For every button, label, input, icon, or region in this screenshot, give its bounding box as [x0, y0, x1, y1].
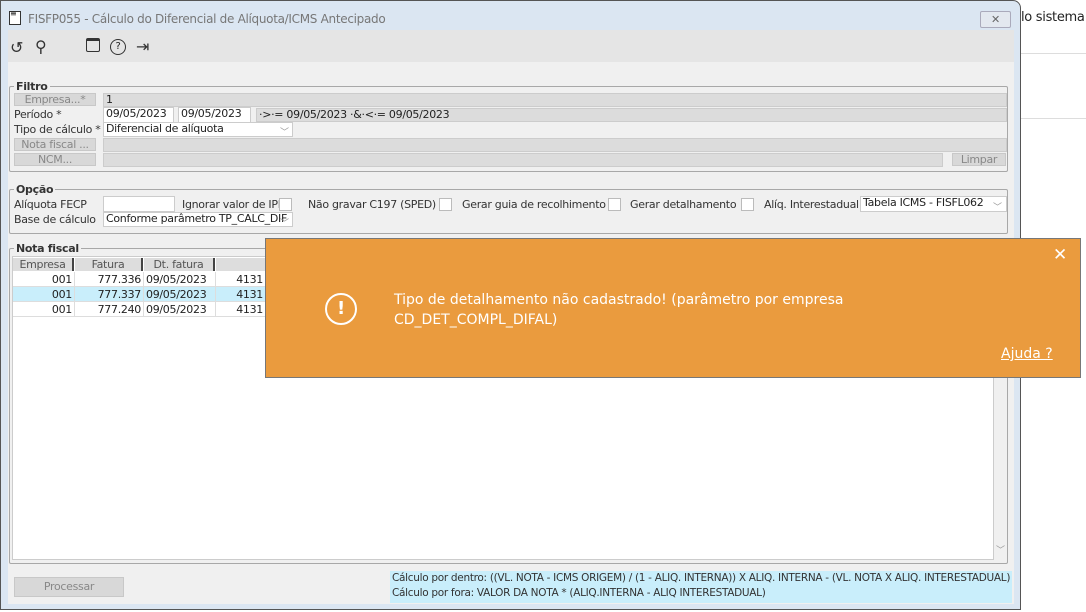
ipi-label: Ignorar valor de IPI [182, 198, 281, 211]
column-header[interactable]: Empresa [13, 258, 74, 271]
formula-info: Cálculo por dentro: ((VL. NOTA - ICMS OR… [390, 571, 1012, 603]
tipo-calculo-select[interactable]: Diferencial de alíquota [103, 122, 293, 137]
divider [1021, 118, 1086, 119]
table-row[interactable]: 001 777.240 09/05/2023 4131 [13, 302, 265, 317]
column-header[interactable]: Dt. fatura [144, 258, 215, 271]
close-window-button[interactable]: ✕ [980, 11, 1011, 28]
empresa-button[interactable]: Empresa...* [14, 93, 96, 106]
toast-message: Tipo de detalhamento não cadastrado! (pa… [394, 292, 844, 328]
periodo-expression: ·>·= 09/05/2023 ·&·<·= 09/05/2023 [256, 108, 1007, 122]
formula-line-1: Cálculo por dentro: ((VL. NOTA - ICMS OR… [392, 572, 1011, 584]
exit-icon[interactable]: ⇥ [136, 37, 149, 56]
base-label: Base de cálculo [14, 213, 96, 226]
periodo-start-field[interactable]: 09/05/2023 [103, 107, 174, 123]
toast-close-button[interactable]: ✕ [1053, 245, 1067, 265]
nota-fiscal-field[interactable] [103, 138, 1007, 152]
c197-checkbox[interactable] [439, 198, 452, 211]
warning-icon: ! [325, 293, 357, 325]
base-select[interactable]: Conforme parâmetro TP_CALC_DIF [103, 212, 293, 227]
column-header[interactable]: Fatura [75, 258, 143, 271]
periodo-end-field[interactable]: 09/05/2023 [178, 107, 251, 123]
calendar-icon[interactable] [86, 38, 100, 52]
divider [1021, 53, 1086, 54]
ipi-checkbox[interactable] [279, 198, 292, 211]
scroll-down-icon[interactable]: ﹀ [996, 543, 1005, 556]
ncm-button[interactable]: NCM... [14, 153, 96, 166]
table-row-selected[interactable]: 001 777.337 09/05/2023 4131 [13, 287, 265, 302]
column-header[interactable] [216, 258, 266, 271]
aliq-select[interactable]: Tabela ICMS - FISFL062 [860, 196, 1007, 212]
chevron-down-icon: ﹀ [280, 219, 289, 229]
limpar-button[interactable]: Limpar [952, 153, 1006, 166]
chevron-down-icon: ﹀ [993, 203, 1002, 213]
help-icon[interactable]: ? [110, 39, 126, 55]
nota-fiscal-button[interactable]: Nota fiscal ... [14, 138, 96, 151]
table-row[interactable]: 001 777.336 09/05/2023 4131 [13, 272, 265, 287]
fecp-label: Alíquota FECP [14, 198, 87, 211]
guia-checkbox[interactable] [608, 198, 621, 211]
ncm-field[interactable] [103, 153, 943, 167]
chevron-down-icon: ﹀ [280, 128, 289, 138]
processar-button[interactable]: Processar [14, 577, 124, 597]
toolbar [8, 30, 1014, 62]
refresh-icon[interactable]: ↺ [10, 38, 23, 57]
tipo-calculo-label: Tipo de cálculo * [14, 123, 101, 136]
error-toast: ! Tipo de detalhamento não cadastrado! (… [265, 238, 1081, 378]
window-title: FISFP055 - Cálculo do Diferencial de Alí… [28, 12, 386, 26]
empresa-field[interactable]: 1 [103, 93, 1007, 107]
detalhamento-label: Gerar detalhamento [630, 198, 737, 211]
detalhamento-checkbox[interactable] [741, 198, 754, 211]
search-icon[interactable]: ⚲ [35, 37, 47, 56]
document-icon: ≡ [9, 10, 21, 25]
fecp-input[interactable] [103, 196, 175, 212]
aliq-label: Alíq. Interestadual [764, 198, 859, 211]
guia-label: Gerar guia de recolhimento [462, 198, 606, 211]
periodo-label: Período * [14, 108, 62, 121]
background-text: lo sistema [1021, 10, 1085, 25]
help-link[interactable]: Ajuda ? [1001, 346, 1053, 362]
formula-line-2: Cálculo por fora: VALOR DA NOTA * (ALIQ.… [392, 587, 766, 599]
c197-label: Não gravar C197 (SPED) [308, 198, 436, 211]
